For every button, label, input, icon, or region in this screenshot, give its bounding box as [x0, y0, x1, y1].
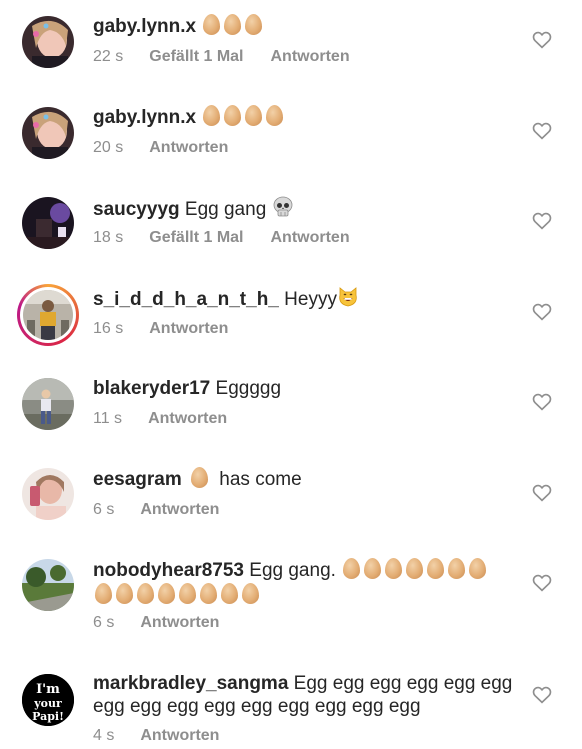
timestamp: 6 s	[93, 501, 115, 518]
avatar	[23, 290, 73, 340]
username[interactable]: gaby.lynn.x	[93, 16, 196, 37]
likes-count[interactable]: Gefällt 1 Mal	[149, 48, 243, 66]
comment-text: markbradley_sangma Egg egg egg egg egg e…	[93, 672, 528, 718]
comment-text: blakeryder17 Eggggg	[93, 377, 518, 400]
egg-icon	[448, 558, 466, 579]
timestamp: 20 s	[93, 139, 124, 156]
comment-body: Egg gang.	[249, 560, 336, 581]
avatar[interactable]	[22, 378, 74, 430]
avatar[interactable]	[22, 197, 74, 249]
comment-meta: 11 s Antworten	[93, 410, 227, 428]
skull-emoji-icon	[273, 196, 292, 217]
username[interactable]: markbradley_sangma	[93, 673, 288, 694]
egg-icon	[116, 583, 133, 604]
heart-icon[interactable]	[532, 484, 552, 502]
timestamp: 6 s	[93, 614, 115, 631]
heart-icon[interactable]	[532, 393, 552, 411]
username[interactable]: gaby.lynn.x	[93, 107, 196, 128]
heart-icon[interactable]	[532, 31, 552, 49]
avatar[interactable]	[22, 559, 74, 611]
comment-meta: 6 s Antworten	[93, 614, 219, 632]
egg-icon	[221, 583, 238, 604]
egg-icon	[191, 467, 209, 488]
comment-meta: 22 s Gefällt 1 Mal Antworten	[93, 48, 350, 66]
avatar-text-line: I'm	[36, 682, 60, 697]
reply-button[interactable]: Antworten	[140, 614, 219, 632]
timestamp: 11 s	[93, 410, 123, 427]
egg-icon	[385, 558, 403, 579]
egg-icon	[203, 14, 221, 35]
comment-text: gaby.lynn.x	[93, 14, 518, 38]
comment-body: has come	[219, 469, 302, 490]
egg-emoji-group	[93, 583, 261, 606]
egg-icon	[245, 105, 263, 126]
egg-icon	[245, 14, 263, 35]
timestamp: 16 s	[93, 320, 124, 337]
avatar-text-line: Papi!	[32, 710, 64, 723]
egg-icon	[224, 14, 242, 35]
heart-icon[interactable]	[532, 574, 552, 592]
egg-icon	[95, 583, 112, 604]
comment-text: nobodyhear8753 Egg gang.	[93, 558, 518, 582]
heart-icon[interactable]	[532, 122, 552, 140]
egg-icon	[200, 583, 217, 604]
username[interactable]: nobodyhear8753	[93, 560, 244, 581]
comment-meta: 20 s Antworten	[93, 139, 228, 157]
username[interactable]: eesagram	[93, 469, 182, 490]
reply-button[interactable]: Antworten	[271, 48, 350, 66]
egg-icon	[469, 558, 487, 579]
comment-text: s_i_d_d_h_a_n_t_h_ Heyyy	[93, 286, 518, 311]
reply-button[interactable]: Antworten	[149, 320, 228, 338]
egg-icon	[137, 583, 154, 604]
reply-button[interactable]: Antworten	[148, 410, 227, 428]
avatar-ring-gap	[20, 287, 76, 343]
avatar-story-ring[interactable]	[17, 284, 79, 346]
egg-icon	[343, 558, 361, 579]
egg-icon	[158, 583, 175, 604]
reply-button[interactable]: Antworten	[140, 501, 219, 519]
comment-text: saucyyyg Egg gang	[93, 196, 518, 221]
heart-icon[interactable]	[532, 303, 552, 321]
heart-icon[interactable]	[532, 212, 552, 230]
comment-meta: 18 s Gefällt 1 Mal Antworten	[93, 229, 350, 247]
username[interactable]: s_i_d_d_h_a_n_t_h_	[93, 289, 279, 310]
egg-emoji-group	[201, 105, 285, 128]
avatar-text-line: your	[33, 697, 62, 710]
egg-icon	[406, 558, 424, 579]
comment-meta: 6 s Antworten	[93, 501, 219, 519]
username[interactable]: saucyyyg	[93, 199, 180, 220]
avatar[interactable]	[22, 16, 74, 68]
egg-icon	[179, 583, 196, 604]
comment-text: eesagram has come	[93, 467, 518, 491]
heart-icon[interactable]	[532, 686, 552, 704]
comment-body: Egg gang	[184, 199, 267, 220]
egg-icon	[242, 583, 259, 604]
comment-meta: 16 s Antworten	[93, 320, 228, 338]
egg-icon	[266, 105, 284, 126]
comment-body: Heyyy	[284, 289, 337, 310]
avatar[interactable]	[22, 468, 74, 520]
egg-emoji-group	[201, 14, 264, 37]
egg-icon	[364, 558, 382, 579]
reply-button[interactable]: Antworten	[140, 727, 219, 745]
avatar[interactable]: I'm your Papi!	[22, 674, 74, 726]
reply-button[interactable]: Antworten	[149, 139, 228, 157]
comment-body: Eggggg	[215, 378, 282, 399]
egg-icon	[427, 558, 445, 579]
comment-text: gaby.lynn.x	[93, 105, 518, 129]
egg-icon	[203, 105, 221, 126]
reply-button[interactable]: Antworten	[271, 229, 350, 247]
grinning-cat-emoji-icon	[339, 287, 357, 307]
username[interactable]: blakeryder17	[93, 378, 210, 399]
egg-emoji-group	[341, 558, 488, 581]
egg-icon	[224, 105, 242, 126]
likes-count[interactable]: Gefällt 1 Mal	[149, 229, 243, 247]
comment-meta: 4 s Antworten	[93, 727, 219, 745]
timestamp: 18 s	[93, 229, 124, 246]
timestamp: 22 s	[93, 48, 124, 65]
avatar[interactable]	[22, 107, 74, 159]
timestamp: 4 s	[93, 727, 115, 744]
